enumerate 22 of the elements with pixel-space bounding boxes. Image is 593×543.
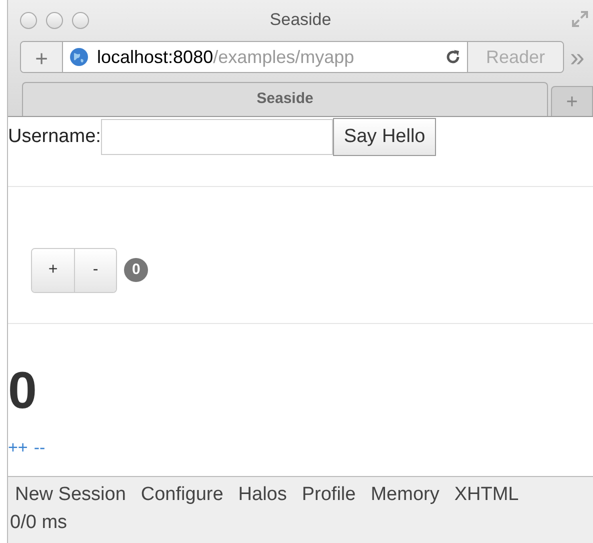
- toolbar-link[interactable]: New Session: [15, 483, 126, 507]
- toolbar-link[interactable]: Profile: [302, 483, 356, 507]
- fullscreen-icon[interactable]: [571, 10, 589, 28]
- window-control-button[interactable]: [20, 12, 37, 29]
- toolbar-link[interactable]: Configure: [140, 483, 224, 507]
- window-control-button[interactable]: [46, 12, 63, 29]
- counter-link[interactable]: ++: [8, 439, 28, 456]
- counter-button[interactable]: -: [74, 248, 116, 292]
- toolbar-link[interactable]: Memory: [370, 483, 440, 507]
- window-title: Seaside: [270, 9, 332, 32]
- timing-text: 0/0 ms: [10, 511, 68, 535]
- username-field[interactable]: [100, 119, 333, 155]
- toolbar-link[interactable]: XHTML: [454, 483, 519, 507]
- count-badge: 0: [124, 258, 148, 282]
- say-hello-button[interactable]: Say Hello: [332, 118, 436, 156]
- counter-value: 0: [8, 365, 38, 417]
- counter-link[interactable]: --: [34, 439, 46, 456]
- username-label: Username:: [8, 124, 101, 149]
- counter-button[interactable]: +: [32, 248, 74, 292]
- tab[interactable]: Seaside: [22, 82, 548, 116]
- window-control-button[interactable]: [72, 12, 89, 29]
- toolbar-link[interactable]: Halos: [238, 483, 287, 507]
